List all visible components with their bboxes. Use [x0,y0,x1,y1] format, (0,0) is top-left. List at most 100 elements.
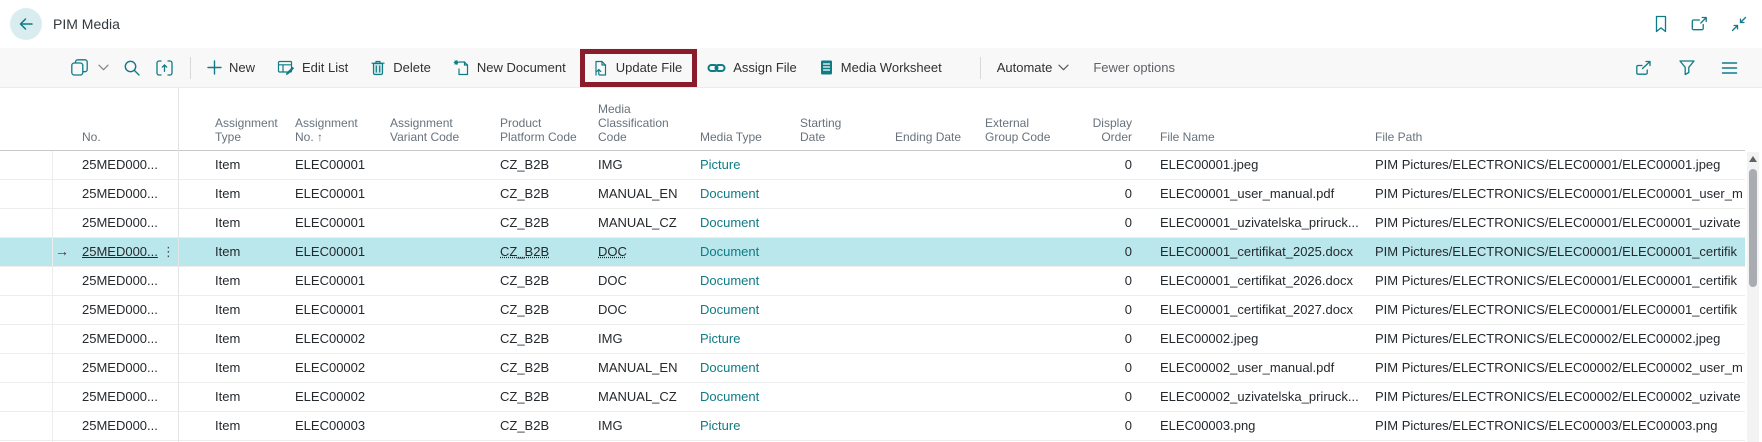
column-header-product_platform_code[interactable]: Product Platform Code [500,116,593,144]
share-icon[interactable] [1634,59,1653,77]
table-row[interactable]: 25MED000... Item ELEC00002 CZ_B2B MANUAL_EN D… [0,354,1745,383]
cell-media_type[interactable]: Document [700,209,795,237]
cell-file_path[interactable]: PIM Pictures/ELECTRONICS/ELEC00002/ELEC0… [1375,383,1742,411]
cell-assignment_variant_code[interactable] [390,267,495,295]
cell-ending_date[interactable] [895,209,980,237]
cell-file_path[interactable]: PIM Pictures/ELECTRONICS/ELEC00001/ELEC0… [1375,151,1742,179]
cell-no[interactable]: 25MED000... [82,383,162,411]
cell-no[interactable]: 25MED000... [82,267,162,295]
cell-starting_date[interactable] [800,238,875,266]
cell-no[interactable]: 25MED000... [82,151,162,179]
cell-assignment_type[interactable]: Item [215,209,290,237]
column-header-assignment_variant_code[interactable]: Assignment Variant Code [390,116,495,144]
cell-assignment_variant_code[interactable] [390,238,495,266]
cell-assignment_variant_code[interactable] [390,325,495,353]
views-icon[interactable] [70,58,90,77]
cell-file_path[interactable]: PIM Pictures/ELECTRONICS/ELEC00001/ELEC0… [1375,238,1742,266]
table-row[interactable]: 25MED000... Item ELEC00003 CZ_B2B IMG Picture… [0,412,1745,441]
cell-media_classification_code[interactable]: DOC [598,238,695,266]
cell-file_name[interactable]: ELEC00003.png [1160,412,1365,440]
cell-starting_date[interactable] [800,383,875,411]
cell-ending_date[interactable] [895,180,980,208]
cell-assignment_type[interactable]: Item [215,267,290,295]
cell-starting_date[interactable] [800,325,875,353]
cell-assignment_type[interactable]: Item [215,383,290,411]
cell-media_classification_code[interactable]: DOC [598,267,695,295]
cell-media_type[interactable]: Document [700,267,795,295]
cell-media_classification_code[interactable]: MANUAL_EN [598,354,695,382]
column-header-media_type[interactable]: Media Type [700,130,795,144]
scrollbar-thumb[interactable] [1749,169,1757,287]
column-header-starting_date[interactable]: Starting Date [800,116,875,144]
cell-file_name[interactable]: ELEC00001_certifikat_2026.docx [1160,267,1365,295]
cell-media_classification_code[interactable]: MANUAL_EN [598,180,695,208]
cell-assignment_no[interactable]: ELEC00002 [295,325,385,353]
cell-file_path[interactable]: PIM Pictures/ELECTRONICS/ELEC00002/ELEC0… [1375,354,1742,382]
cell-assignment_type[interactable]: Item [215,296,290,324]
cell-assignment_variant_code[interactable] [390,180,495,208]
cell-media_classification_code[interactable]: DOC [598,296,695,324]
cell-media_type[interactable]: Document [700,238,795,266]
cell-media_classification_code[interactable]: MANUAL_CZ [598,383,695,411]
cell-starting_date[interactable] [800,151,875,179]
cell-media_classification_code[interactable]: IMG [598,325,695,353]
new-button[interactable]: New [207,60,255,75]
cell-assignment_variant_code[interactable] [390,354,495,382]
cell-display_order[interactable]: 0 [1060,238,1132,266]
cell-starting_date[interactable] [800,354,875,382]
cell-media_type[interactable]: Picture [700,325,795,353]
cell-starting_date[interactable] [800,296,875,324]
cell-assignment_variant_code[interactable] [390,383,495,411]
cell-file_name[interactable]: ELEC00001_certifikat_2027.docx [1160,296,1365,324]
cell-no[interactable]: 25MED000... [82,296,162,324]
cell-media_classification_code[interactable]: IMG [598,151,695,179]
table-row[interactable]: 25MED000... Item ELEC00001 CZ_B2B DOC Documen… [0,296,1745,325]
assign-file-button[interactable]: Assign File [707,60,797,75]
cell-media_classification_code[interactable]: IMG [598,412,695,440]
column-header-assignment_type[interactable]: Assignment Type [215,116,290,144]
cell-display_order[interactable]: 0 [1060,151,1132,179]
cell-assignment_variant_code[interactable] [390,209,495,237]
cell-no[interactable]: 25MED000... [82,412,162,440]
cell-ending_date[interactable] [895,238,980,266]
table-row[interactable]: 25MED000... Item ELEC00001 CZ_B2B MANUAL_EN D… [0,180,1745,209]
cell-media_classification_code[interactable]: MANUAL_CZ [598,209,695,237]
cell-media_type[interactable]: Picture [700,151,795,179]
cell-media_type[interactable]: Picture [700,412,795,440]
cell-product_platform_code[interactable]: CZ_B2B [500,238,593,266]
vertical-scrollbar[interactable] [1747,152,1759,442]
table-row[interactable]: 25MED000... Item ELEC00001 CZ_B2B MANUAL_CZ D… [0,209,1745,238]
cell-file_name[interactable]: ELEC00002_user_manual.pdf [1160,354,1365,382]
cell-assignment_variant_code[interactable] [390,412,495,440]
column-header-file_name[interactable]: File Name [1160,130,1365,144]
analyze-icon[interactable] [155,59,174,77]
cell-assignment_no[interactable]: ELEC00001 [295,267,385,295]
cell-file_name[interactable]: ELEC00001_uzivatelska_priruck... [1160,209,1365,237]
cell-assignment_type[interactable]: Item [215,238,290,266]
cell-assignment_no[interactable]: ELEC00003 [295,412,385,440]
column-header-ending_date[interactable]: Ending Date [895,130,980,144]
cell-file_name[interactable]: ELEC00001_certifikat_2025.docx [1160,238,1365,266]
cell-display_order[interactable]: 0 [1060,296,1132,324]
cell-starting_date[interactable] [800,180,875,208]
automate-menu[interactable]: Automate [997,60,1070,75]
cell-assignment_type[interactable]: Item [215,180,290,208]
cell-product_platform_code[interactable]: CZ_B2B [500,180,593,208]
cell-assignment_no[interactable]: ELEC00002 [295,354,385,382]
column-header-media_classification_code[interactable]: Media Classification Code [598,102,695,144]
cell-display_order[interactable]: 0 [1060,354,1132,382]
cell-product_platform_code[interactable]: CZ_B2B [500,383,593,411]
collapse-icon[interactable] [1730,15,1748,33]
cell-media_type[interactable]: Document [700,383,795,411]
cell-assignment_no[interactable]: ELEC00001 [295,238,385,266]
table-row[interactable]: 25MED000... Item ELEC00001 CZ_B2B IMG Picture… [0,151,1745,180]
edit-list-button[interactable]: Edit List [277,59,348,76]
cell-no[interactable]: 25MED000... [82,209,162,237]
cell-ending_date[interactable] [895,296,980,324]
search-icon[interactable] [123,59,141,77]
bookmark-icon[interactable] [1653,15,1669,33]
cell-ending_date[interactable] [895,151,980,179]
filter-funnel-icon[interactable] [1678,59,1696,76]
views-chevron-down-icon[interactable] [98,64,109,71]
cell-no[interactable]: 25MED000... [82,238,162,266]
